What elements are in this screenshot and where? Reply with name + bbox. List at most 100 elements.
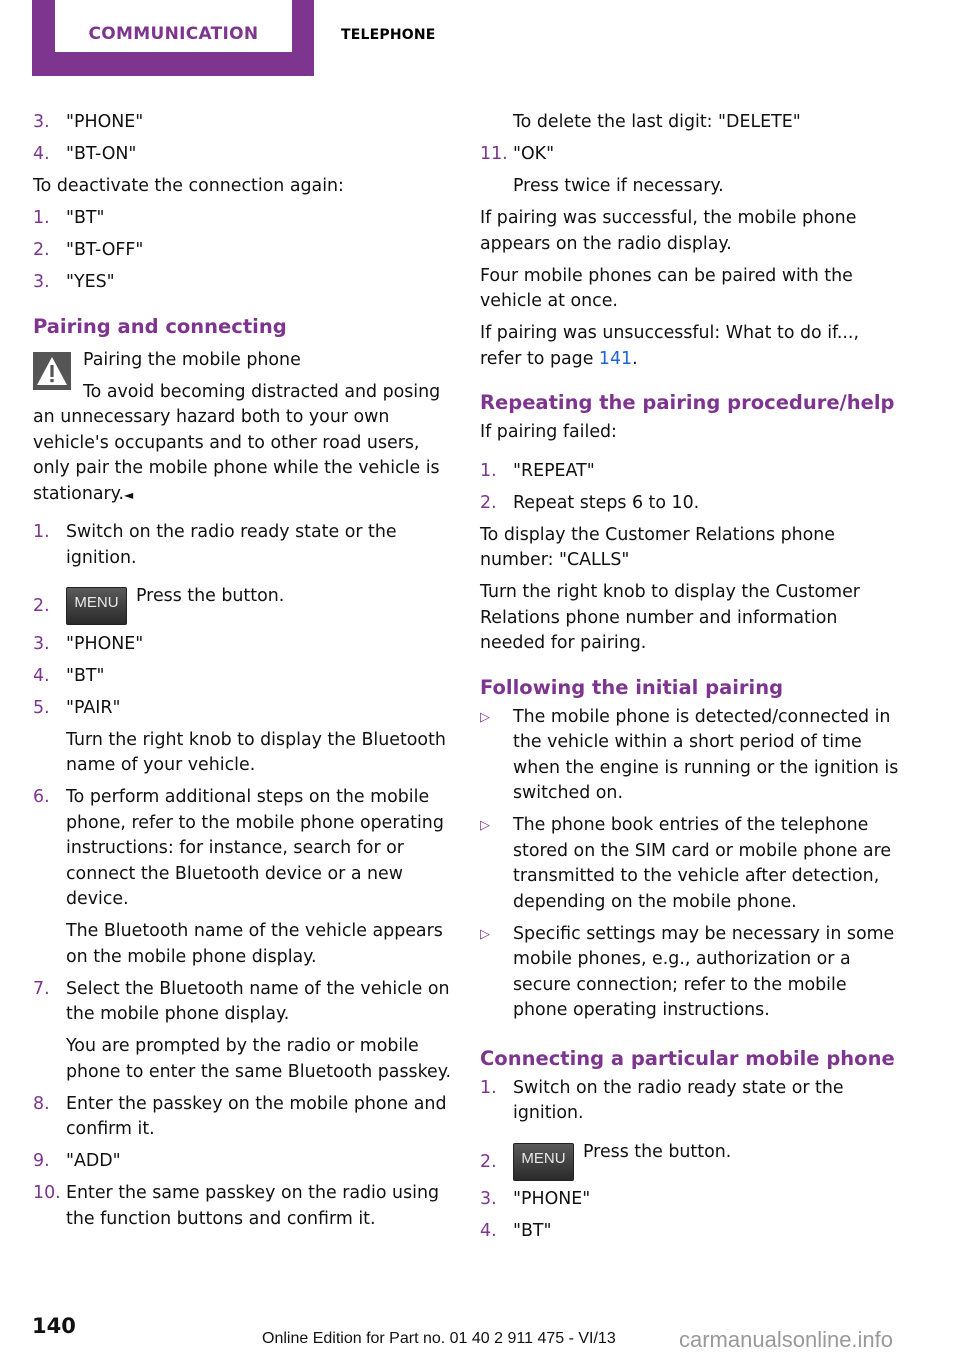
step-text: "PHONE" bbox=[66, 112, 144, 132]
list-item: 3. "PHONE" bbox=[33, 110, 453, 136]
bullet-item: ▷ The mobile phone is detected/connected… bbox=[480, 705, 900, 807]
list-item: 10. Enter the same passkey on the radio … bbox=[33, 1181, 453, 1232]
warning-triangle-icon bbox=[33, 351, 71, 390]
step-text: "BT" bbox=[66, 665, 105, 686]
step-number: 3. bbox=[33, 633, 50, 654]
list-item: 4. "BT" bbox=[480, 1219, 900, 1245]
step-number: 11. bbox=[480, 144, 508, 164]
list-item: 1. Switch on the radio ready state or th… bbox=[480, 1076, 900, 1127]
list-item: 6. To perform additional steps on the mo… bbox=[33, 785, 453, 970]
step-number: 7. bbox=[33, 978, 50, 999]
step-number: 2. bbox=[480, 1151, 497, 1172]
step-number: 4. bbox=[33, 144, 50, 164]
left-column: 3. "PHONE" 4. "BT-ON" To deactivate the … bbox=[33, 110, 453, 1239]
step-number: 3. bbox=[33, 112, 50, 132]
step-body: "OK" Press twice if necessary. bbox=[513, 142, 900, 200]
step-text: "YES" bbox=[66, 272, 115, 292]
list-item: 3. "PHONE" bbox=[480, 1187, 900, 1213]
triangle-bullet-icon: ▷ bbox=[480, 926, 490, 942]
step-text: "PAIR" bbox=[66, 697, 121, 718]
unsuccessful-text: If pairing was unsuccessful: What to do … bbox=[480, 321, 900, 372]
step-body: "PAIR" Turn the right knob to display th… bbox=[66, 696, 453, 779]
page-number: 140 bbox=[32, 1314, 76, 1338]
step-text: "BT" bbox=[513, 1221, 552, 1241]
section-heading: Repeating the pairing procedure/help bbox=[480, 391, 895, 414]
step-number: 2. bbox=[33, 596, 50, 616]
step-body: To perform additional steps on the mobil… bbox=[66, 785, 453, 970]
deactivate-intro: To deactivate the connection again: bbox=[33, 176, 344, 196]
menu-button[interactable]: MENU bbox=[513, 1142, 574, 1181]
step-number: 3. bbox=[480, 1189, 497, 1209]
step-text: Repeat steps 6 to 10. bbox=[513, 492, 700, 513]
section-heading: Connecting a particular mobile phone bbox=[480, 1046, 895, 1070]
edition-footer: Online Edition for Part no. 01 40 2 911 … bbox=[262, 1330, 616, 1347]
list-item: 2. MENU Press the button. bbox=[33, 584, 453, 625]
step-text: To perform additional steps on the mobil… bbox=[66, 787, 444, 909]
step-text: "REPEAT" bbox=[513, 460, 595, 481]
bullet-text: Specific settings may be necessary in so… bbox=[513, 923, 895, 1021]
list-item: 2. MENU Press the button. bbox=[480, 1140, 900, 1181]
step-number: 1. bbox=[480, 460, 497, 481]
list-item: 11. "OK" Press twice if necessary. bbox=[480, 142, 900, 200]
list-item: 1. Switch on the radio ready state or th… bbox=[33, 520, 453, 571]
watermark: carmanualsonline.info bbox=[679, 1327, 894, 1352]
calls-text: To display the Customer Relations phone … bbox=[480, 524, 835, 571]
step-number: 2. bbox=[480, 492, 497, 513]
step-number: 3. bbox=[33, 272, 50, 292]
step-text: Switch on the radio ready state or the i… bbox=[513, 1077, 844, 1124]
step-number: 2. bbox=[33, 240, 50, 260]
list-item: 3. "YES" bbox=[33, 270, 453, 296]
step-number: 5. bbox=[33, 697, 50, 718]
bullet-text: The phone book entries of the telephone … bbox=[513, 815, 892, 912]
right-column: To delete the last digit: "DELETE" 11. "… bbox=[480, 110, 900, 1251]
list-item: 4. "BT-ON" bbox=[33, 142, 453, 168]
triangle-bullet-icon: ▷ bbox=[480, 818, 490, 833]
unsuccessful-suffix: . bbox=[632, 348, 638, 369]
step-number: 6. bbox=[33, 787, 50, 807]
unsuccessful-prefix: If pairing was unsuccessful: What to do … bbox=[480, 323, 859, 369]
step-number: 1. bbox=[33, 208, 50, 228]
bullet-item: ▷ Specific settings may be necessary in … bbox=[480, 922, 900, 1024]
warning-text: To avoid becoming distracted and posing … bbox=[33, 380, 453, 509]
triangle-bullet-icon: ▷ bbox=[480, 709, 490, 725]
repeat-intro: If pairing failed: bbox=[480, 422, 617, 442]
list-item: 7. Select the Bluetooth name of the vehi… bbox=[33, 977, 453, 1086]
success-text: If pairing was successful, the mobile ph… bbox=[480, 208, 857, 254]
section-tab-label: COMMUNICATION bbox=[88, 24, 259, 44]
step-subtext: The Bluetooth name of the vehicle appear… bbox=[66, 921, 443, 967]
step-text: Enter the passkey on the mobile phone an… bbox=[66, 1093, 447, 1140]
step-number: 8. bbox=[33, 1093, 50, 1114]
step-text: "BT-ON" bbox=[66, 144, 137, 164]
list-item: 1. "REPEAT" bbox=[480, 459, 900, 485]
step-number: 10. bbox=[33, 1183, 61, 1203]
four-phones-text: Four mobile phones can be paired with th… bbox=[480, 265, 853, 312]
step-number: 4. bbox=[480, 1221, 497, 1241]
list-item: 2. Repeat steps 6 to 10. bbox=[480, 491, 900, 517]
step-text: Select the Bluetooth name of the vehicle… bbox=[66, 978, 450, 1025]
knob-text: Turn the right knob to display the Custo… bbox=[480, 582, 860, 653]
step-number: 1. bbox=[480, 1077, 497, 1098]
step-number: 9. bbox=[33, 1151, 50, 1171]
step-text: Enter the same passkey on the radio usin… bbox=[66, 1183, 440, 1229]
bullet-item: ▷ The phone book entries of the telephon… bbox=[480, 813, 900, 915]
step-text: Switch on the radio ready state or the i… bbox=[66, 522, 397, 568]
list-item: 5. "PAIR" Turn the right knob to display… bbox=[33, 696, 453, 779]
step-text: "BT-OFF" bbox=[66, 240, 144, 260]
bullet-text: The mobile phone is detected/connected i… bbox=[513, 706, 899, 804]
subsection-label[interactable]: TELEPHONE bbox=[341, 27, 436, 43]
section-tab-inner: COMMUNICATION bbox=[55, 0, 292, 52]
section-tab[interactable]: COMMUNICATION bbox=[32, 0, 314, 76]
end-mark-icon: ◄ bbox=[124, 487, 134, 502]
step-subtext: Press twice if necessary. bbox=[513, 176, 724, 196]
step-text: "PHONE" bbox=[66, 633, 144, 654]
step-text: "ADD" bbox=[66, 1151, 121, 1171]
list-item: 9. "ADD" bbox=[33, 1149, 453, 1175]
step-number: 4. bbox=[33, 665, 50, 686]
step-body: MENU Press the button. bbox=[513, 1140, 900, 1181]
step-body: MENU Press the button. bbox=[66, 584, 453, 625]
page-link[interactable]: 141 bbox=[599, 349, 632, 369]
list-item: 2. "BT-OFF" bbox=[33, 238, 453, 264]
menu-button[interactable]: MENU bbox=[66, 587, 127, 625]
step-text: "PHONE" bbox=[513, 1189, 591, 1209]
section-heading: Following the initial pairing bbox=[480, 675, 784, 699]
